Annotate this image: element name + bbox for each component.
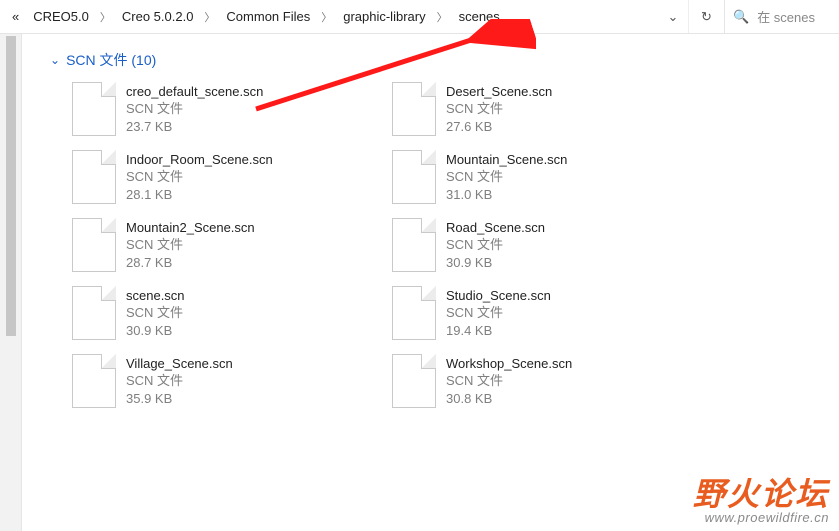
file-grid: creo_default_scene.scnSCN 文件23.7 KBDeser…: [50, 78, 821, 412]
file-size: 30.9 KB: [126, 322, 185, 340]
file-icon: [72, 218, 116, 272]
file-name: Indoor_Room_Scene.scn: [126, 151, 273, 169]
file-icon: [392, 218, 436, 272]
file-item[interactable]: Desert_Scene.scnSCN 文件27.6 KB: [388, 78, 708, 140]
file-type: SCN 文件: [126, 100, 263, 118]
file-name: creo_default_scene.scn: [126, 83, 263, 101]
file-name: scene.scn: [126, 287, 185, 305]
file-name: Workshop_Scene.scn: [446, 355, 572, 373]
file-icon: [392, 150, 436, 204]
file-name: Mountain2_Scene.scn: [126, 219, 255, 237]
file-icon: [72, 354, 116, 408]
breadcrumb-item-0[interactable]: CREO5.0: [27, 0, 95, 33]
file-meta: Mountain_Scene.scnSCN 文件31.0 KB: [446, 150, 567, 204]
chevron-right-icon: 〉: [434, 9, 451, 25]
chevron-right-icon: 〉: [97, 9, 114, 25]
file-name: Village_Scene.scn: [126, 355, 233, 373]
chevron-down-icon: ⌄: [668, 9, 679, 25]
file-icon: [72, 150, 116, 204]
group-label: SCN 文件 (10): [66, 50, 156, 70]
file-size: 30.8 KB: [446, 390, 572, 408]
breadcrumb-overflow[interactable]: «: [6, 0, 25, 33]
file-type: SCN 文件: [126, 372, 233, 390]
file-name: Desert_Scene.scn: [446, 83, 552, 101]
chevron-right-icon: 〉: [201, 9, 218, 25]
breadcrumb-item-3[interactable]: graphic-library: [337, 0, 431, 33]
file-item[interactable]: Indoor_Room_Scene.scnSCN 文件28.1 KB: [68, 146, 388, 208]
file-item[interactable]: creo_default_scene.scnSCN 文件23.7 KB: [68, 78, 388, 140]
file-icon: [72, 286, 116, 340]
breadcrumb-item-4[interactable]: scenes: [453, 0, 506, 33]
file-size: 30.9 KB: [446, 254, 545, 272]
file-meta: Workshop_Scene.scnSCN 文件30.8 KB: [446, 354, 572, 408]
main-area: ⌄ SCN 文件 (10) creo_default_scene.scnSCN …: [0, 34, 839, 531]
refresh-button[interactable]: ↻: [688, 0, 724, 33]
file-name: Mountain_Scene.scn: [446, 151, 567, 169]
file-name: Studio_Scene.scn: [446, 287, 551, 305]
file-size: 28.1 KB: [126, 186, 273, 204]
search-placeholder: 在 scenes: [757, 7, 815, 26]
file-meta: Mountain2_Scene.scnSCN 文件28.7 KB: [126, 218, 255, 272]
file-meta: Studio_Scene.scnSCN 文件19.4 KB: [446, 286, 551, 340]
refresh-icon: ↻: [701, 9, 712, 25]
file-meta: creo_default_scene.scnSCN 文件23.7 KB: [126, 82, 263, 136]
file-item[interactable]: Studio_Scene.scnSCN 文件19.4 KB: [388, 282, 708, 344]
file-size: 23.7 KB: [126, 118, 263, 136]
group-header[interactable]: ⌄ SCN 文件 (10): [50, 50, 821, 70]
search-icon: 🔍: [733, 9, 749, 25]
file-item[interactable]: scene.scnSCN 文件30.9 KB: [68, 282, 388, 344]
file-type: SCN 文件: [446, 236, 545, 254]
chevron-right-icon: 〉: [318, 9, 335, 25]
file-item[interactable]: Mountain2_Scene.scnSCN 文件28.7 KB: [68, 214, 388, 276]
nav-scrollbar[interactable]: [0, 34, 22, 531]
file-item[interactable]: Village_Scene.scnSCN 文件35.9 KB: [68, 350, 388, 412]
file-size: 35.9 KB: [126, 390, 233, 408]
file-item[interactable]: Road_Scene.scnSCN 文件30.9 KB: [388, 214, 708, 276]
file-meta: Indoor_Room_Scene.scnSCN 文件28.1 KB: [126, 150, 273, 204]
file-type: SCN 文件: [126, 236, 255, 254]
file-meta: Village_Scene.scnSCN 文件35.9 KB: [126, 354, 233, 408]
file-size: 27.6 KB: [446, 118, 552, 136]
file-icon: [392, 286, 436, 340]
file-icon: [392, 82, 436, 136]
file-size: 31.0 KB: [446, 186, 567, 204]
scrollbar-thumb[interactable]: [6, 36, 16, 336]
file-type: SCN 文件: [126, 304, 185, 322]
file-size: 28.7 KB: [126, 254, 255, 272]
address-dropdown[interactable]: ⌄: [658, 0, 688, 33]
file-size: 19.4 KB: [446, 322, 551, 340]
file-type: SCN 文件: [446, 100, 552, 118]
file-meta: Desert_Scene.scnSCN 文件27.6 KB: [446, 82, 552, 136]
address-bar: « CREO5.0 〉 Creo 5.0.2.0 〉 Common Files …: [0, 0, 839, 34]
file-type: SCN 文件: [446, 372, 572, 390]
file-list-pane: ⌄ SCN 文件 (10) creo_default_scene.scnSCN …: [22, 34, 839, 531]
file-type: SCN 文件: [126, 168, 273, 186]
file-meta: Road_Scene.scnSCN 文件30.9 KB: [446, 218, 545, 272]
file-meta: scene.scnSCN 文件30.9 KB: [126, 286, 185, 340]
file-item[interactable]: Mountain_Scene.scnSCN 文件31.0 KB: [388, 146, 708, 208]
file-icon: [392, 354, 436, 408]
breadcrumb-item-1[interactable]: Creo 5.0.2.0: [116, 0, 200, 33]
file-name: Road_Scene.scn: [446, 219, 545, 237]
file-icon: [72, 82, 116, 136]
chevron-down-icon: ⌄: [50, 53, 60, 67]
breadcrumb[interactable]: « CREO5.0 〉 Creo 5.0.2.0 〉 Common Files …: [0, 0, 658, 33]
file-type: SCN 文件: [446, 168, 567, 186]
file-type: SCN 文件: [446, 304, 551, 322]
file-item[interactable]: Workshop_Scene.scnSCN 文件30.8 KB: [388, 350, 708, 412]
breadcrumb-item-2[interactable]: Common Files: [220, 0, 316, 33]
search-input[interactable]: 🔍 在 scenes: [724, 0, 839, 33]
